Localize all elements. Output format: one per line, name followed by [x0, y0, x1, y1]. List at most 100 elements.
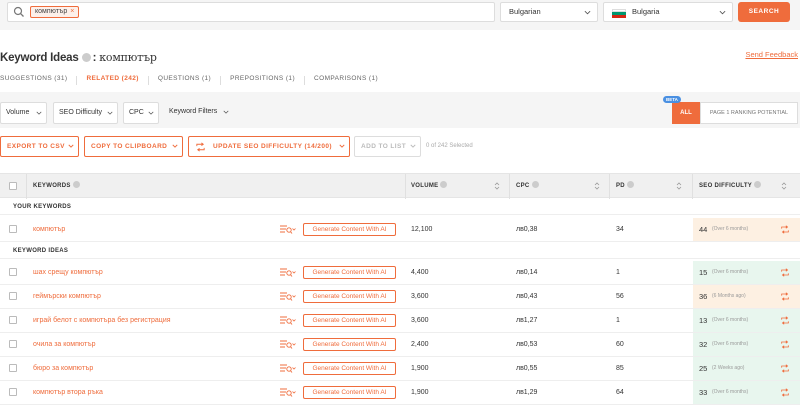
- refresh-icon[interactable]: [780, 225, 790, 234]
- refresh-icon[interactable]: [780, 388, 790, 397]
- chevron-down-icon: [68, 144, 74, 148]
- tab-comparisons[interactable]: COMPARISONS (1): [314, 75, 387, 87]
- keyword-link[interactable]: очила за компютър: [33, 333, 95, 356]
- copy-clipboard-button[interactable]: COPY TO CLIPBOARD: [84, 136, 183, 157]
- volume-cell: 3,600: [411, 317, 429, 324]
- add-to-list-button[interactable]: ADD TO LIST: [354, 136, 421, 157]
- update-seo-difficulty-label: UPDATE SEO DIFFICULTY (14/200): [213, 143, 332, 150]
- seo-difficulty-value: 15: [699, 268, 708, 277]
- generate-content-ai-button[interactable]: Generate Content With AI: [303, 362, 396, 375]
- seo-difficulty-age: (Over 6 months): [712, 317, 749, 323]
- column-pd[interactable]: PD: [616, 174, 634, 199]
- filter-lines-icon[interactable]: [280, 316, 296, 326]
- keyword-link[interactable]: компютър втора ръка: [33, 381, 103, 404]
- keyword-link[interactable]: компютър: [33, 218, 65, 241]
- filter-lines-icon[interactable]: [280, 268, 296, 278]
- cpc-cell: лв1,27: [516, 317, 538, 324]
- page-title-text: Keyword Ideas: [0, 52, 79, 64]
- info-icon[interactable]: [81, 53, 91, 62]
- sort-icon[interactable]: [494, 181, 500, 191]
- seo-difficulty-cell: 15 (Over 6 months): [693, 261, 800, 284]
- search-button[interactable]: SEARCH: [738, 2, 790, 22]
- filter-lines-icon[interactable]: [280, 388, 296, 398]
- volume-cell: 12,100: [411, 226, 433, 233]
- column-keywords[interactable]: KEYWORDS: [33, 174, 80, 199]
- tab-suggestions[interactable]: SUGGESTIONS (31): [0, 75, 76, 87]
- tab-divider: [304, 76, 306, 85]
- refresh-icon[interactable]: [780, 268, 790, 277]
- export-csv-button[interactable]: EXPORT TO CSV: [0, 136, 79, 157]
- language-select[interactable]: Bulgarian: [500, 2, 598, 22]
- info-icon[interactable]: [531, 181, 539, 188]
- tab-prepositions[interactable]: PREPOSITIONS (1): [230, 75, 304, 87]
- tab-questions[interactable]: QUESTIONS (1): [158, 75, 220, 87]
- filter-lines-icon[interactable]: [280, 340, 296, 350]
- column-volume[interactable]: VOLUME: [411, 174, 448, 199]
- pd-cell: 34: [616, 226, 624, 233]
- refresh-icon[interactable]: [780, 340, 790, 349]
- keyword-filters-dropdown[interactable]: Keyword Filters: [169, 102, 233, 124]
- column-cpc-label: CPC: [516, 183, 530, 189]
- column-cpc[interactable]: CPC: [516, 174, 539, 199]
- row-checkbox[interactable]: [9, 364, 17, 372]
- keyword-link[interactable]: шах срещу компютър: [33, 261, 103, 284]
- row-checkbox[interactable]: [9, 316, 17, 324]
- sort-icon[interactable]: [594, 181, 600, 191]
- pd-cell: 1: [616, 317, 620, 324]
- generate-content-ai-button[interactable]: Generate Content With AI: [303, 290, 396, 303]
- selected-count: 0 of 242 Selected: [426, 143, 473, 149]
- seo-difficulty-cell: 13 (Over 6 months): [693, 309, 800, 332]
- send-feedback-link[interactable]: Send Feedback: [745, 50, 798, 59]
- info-icon[interactable]: [754, 181, 762, 188]
- row-checkbox[interactable]: [9, 225, 17, 233]
- info-icon[interactable]: [440, 181, 448, 188]
- generate-content-ai-button[interactable]: Generate Content With AI: [303, 386, 396, 399]
- sort-icon[interactable]: [676, 181, 682, 191]
- all-toggle-button[interactable]: ALL: [672, 102, 700, 124]
- pd-cell: 64: [616, 389, 624, 396]
- refresh-icon[interactable]: [780, 316, 790, 325]
- keyword-link[interactable]: геймърски компютър: [33, 285, 101, 308]
- filter-lines-icon[interactable]: [280, 225, 296, 235]
- refresh-icon[interactable]: [780, 364, 790, 373]
- row-checkbox[interactable]: [9, 268, 17, 276]
- seo-difficulty-value: 44: [699, 225, 708, 234]
- generate-content-ai-button[interactable]: Generate Content With AI: [303, 266, 396, 279]
- cpc-filter[interactable]: CPC: [123, 102, 159, 124]
- generate-content-ai-button[interactable]: Generate Content With AI: [303, 223, 396, 236]
- seo-difficulty-cell: 36 (6 Months ago): [693, 285, 800, 308]
- generate-content-ai-button[interactable]: Generate Content With AI: [303, 314, 396, 327]
- generate-content-ai-button[interactable]: Generate Content With AI: [303, 338, 396, 351]
- volume-cell: 1,900: [411, 389, 429, 396]
- seo-difficulty-age: (6 Months ago): [712, 293, 746, 299]
- info-icon[interactable]: [72, 181, 80, 188]
- volume-filter[interactable]: Volume: [0, 102, 47, 124]
- column-divider: [26, 174, 27, 199]
- row-checkbox[interactable]: [9, 292, 17, 300]
- chevron-down-icon: [719, 10, 726, 15]
- sort-icon[interactable]: [781, 181, 787, 191]
- update-seo-difficulty-button[interactable]: UPDATE SEO DIFFICULTY (14/200): [188, 136, 350, 157]
- country-select[interactable]: Bulgaria: [603, 2, 733, 22]
- filter-lines-icon[interactable]: [280, 292, 296, 302]
- keyword-link[interactable]: бюро за компютър: [33, 357, 93, 380]
- seo-difficulty-filter[interactable]: SEO Difficulty: [53, 102, 118, 124]
- search-input[interactable]: компютър ×: [7, 2, 495, 22]
- refresh-icon[interactable]: [780, 292, 790, 301]
- seo-difficulty-age: (Over 6 months): [712, 226, 749, 232]
- seo-difficulty-cell: 32 (Over 6 months): [693, 333, 800, 356]
- column-seo-difficulty[interactable]: SEO DIFFICULTY: [699, 174, 762, 199]
- cpc-cell: лв0,38: [516, 226, 538, 233]
- table-header: KEYWORDS VOLUME CPC PD SEO DIFFICULTY: [0, 173, 800, 199]
- chip-remove-icon[interactable]: ×: [70, 8, 74, 15]
- column-pd-label: PD: [616, 183, 625, 189]
- seo-difficulty-value: 25: [699, 364, 708, 373]
- filter-lines-icon[interactable]: [280, 364, 296, 374]
- row-checkbox[interactable]: [9, 388, 17, 396]
- row-checkbox[interactable]: [9, 340, 17, 348]
- keyword-link[interactable]: играй белот с компютъра без регистрация: [33, 309, 171, 332]
- page1-ranking-potential-button[interactable]: PAGE 1 RANKING POTENTIAL: [700, 102, 798, 124]
- info-icon[interactable]: [626, 181, 634, 188]
- tab-related[interactable]: RELATED (242): [86, 75, 147, 87]
- select-all-checkbox[interactable]: [9, 182, 17, 190]
